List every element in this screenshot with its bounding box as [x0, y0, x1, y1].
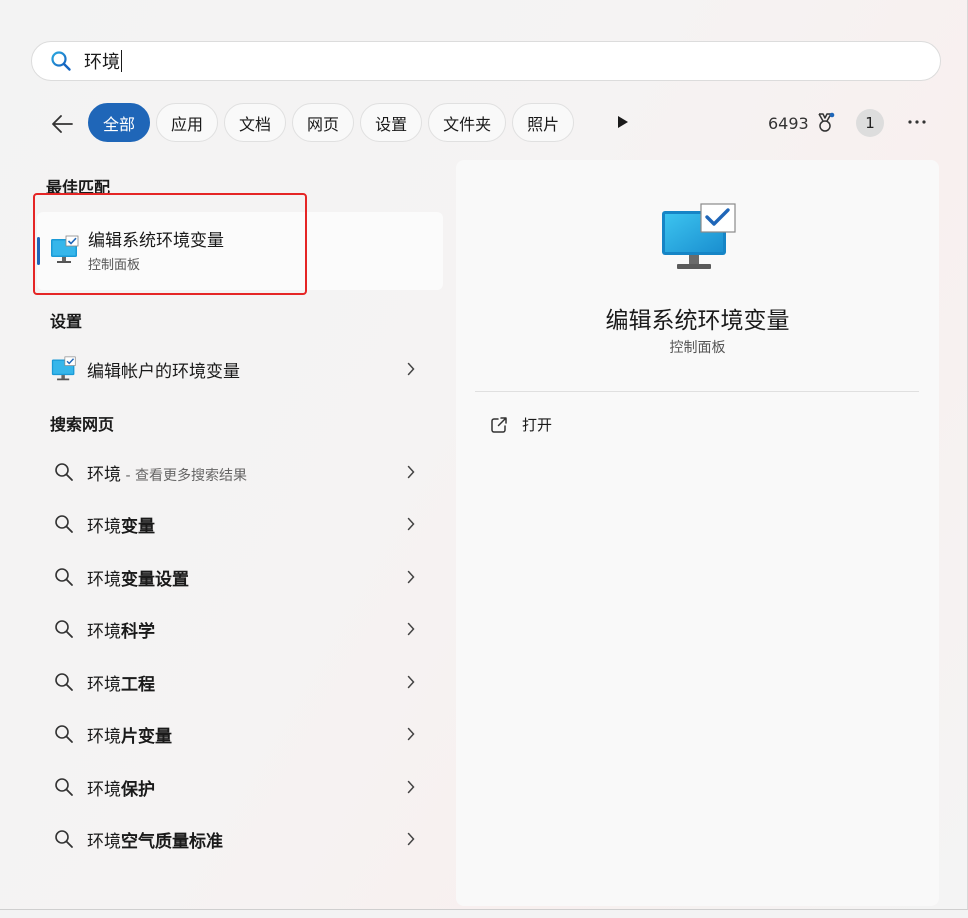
- chevron-right-icon: [399, 675, 423, 689]
- text-caret: [121, 50, 122, 72]
- web-result-term: 环境: [87, 516, 121, 537]
- more-options-button[interactable]: [905, 110, 929, 134]
- web-result-label: 环境 - 查看更多搜索结果: [87, 460, 399, 485]
- search-icon: [37, 777, 87, 797]
- filter-web[interactable]: 网页: [292, 103, 355, 142]
- filter-all[interactable]: 全部: [88, 103, 151, 142]
- filter-apps[interactable]: 应用: [156, 103, 219, 142]
- web-result-label: 环境科学: [87, 617, 399, 642]
- web-result-label: 环境片变量: [87, 722, 399, 747]
- web-result-suggestion: 空气质量标准: [121, 831, 223, 852]
- web-result-suggestion: 工程: [121, 674, 155, 695]
- search-icon: [37, 672, 87, 692]
- web-result-label: 环境变量: [87, 512, 399, 537]
- web-result-label: 环境空气质量标准: [87, 827, 399, 852]
- web-result-term: 环境: [87, 779, 121, 800]
- web-result-row[interactable]: 环境变量: [37, 501, 443, 547]
- web-result-row[interactable]: 环境工程: [37, 659, 443, 705]
- rewards-points[interactable]: 6493: [768, 112, 835, 134]
- detail-panel: 编辑系统环境变量 控制面板 打开: [456, 160, 939, 906]
- filter-settings[interactable]: 设置: [360, 103, 423, 142]
- system-properties-icon: [37, 356, 87, 382]
- search-icon: [37, 619, 87, 639]
- web-result-label: 环境变量设置: [87, 565, 399, 590]
- chevron-right-icon: [399, 465, 423, 479]
- chevron-right-icon: [399, 727, 423, 741]
- filter-photos[interactable]: 照片: [512, 103, 575, 142]
- arrow-left-icon: [52, 115, 73, 133]
- chevron-right-icon: [399, 362, 423, 376]
- more-filters-button[interactable]: [617, 112, 635, 132]
- search-window: 环境 全部 应用 文档 网页 设置 文件夹 照片 6493 1 最佳匹配 编辑系…: [0, 0, 968, 910]
- web-result-label: 环境工程: [87, 670, 399, 695]
- search-box[interactable]: 环境: [31, 41, 941, 81]
- chevron-right-icon: [399, 570, 423, 584]
- web-result-row[interactable]: 环境 - 查看更多搜索结果: [37, 449, 443, 495]
- search-input[interactable]: 环境: [84, 48, 120, 74]
- web-result-row[interactable]: 环境空气质量标准: [37, 816, 443, 862]
- web-result-suggestion: 保护: [121, 779, 155, 800]
- ellipsis-icon: [908, 120, 926, 124]
- settings-item-label: 编辑帐户的环境变量: [87, 361, 240, 382]
- web-result-suggestion: 变量设置: [121, 569, 189, 590]
- web-result-suggestion: 变量: [121, 516, 155, 537]
- open-action[interactable]: 打开: [490, 414, 552, 435]
- chevron-right-icon: [399, 622, 423, 636]
- annotation-highlight-box: [33, 193, 307, 295]
- search-icon: [37, 829, 87, 849]
- settings-item[interactable]: 编辑帐户的环境变量: [37, 346, 443, 392]
- detail-title: 编辑系统环境变量: [605, 308, 790, 334]
- account-badge[interactable]: 1: [856, 109, 884, 137]
- chevron-right-icon: [399, 517, 423, 531]
- rewards-points-value: 6493: [768, 113, 809, 133]
- back-button[interactable]: [48, 110, 76, 138]
- web-search-heading: 搜索网页: [50, 415, 115, 434]
- play-icon: [618, 116, 628, 128]
- web-result-term: 环境: [87, 726, 121, 747]
- web-result-term: 环境: [87, 464, 121, 485]
- search-icon: [37, 724, 87, 744]
- filter-documents[interactable]: 文档: [224, 103, 287, 142]
- settings-heading: 设置: [50, 312, 83, 331]
- web-result-term: 环境: [87, 674, 121, 695]
- web-result-suggestion: 片变量: [121, 726, 172, 747]
- web-result-hint: - 查看更多搜索结果: [121, 467, 247, 484]
- filter-folders[interactable]: 文件夹: [428, 103, 507, 142]
- detail-subtitle: 控制面板: [669, 340, 726, 356]
- search-icon: [50, 50, 72, 72]
- web-result-row[interactable]: 环境变量设置: [37, 554, 443, 600]
- open-action-label: 打开: [522, 416, 553, 434]
- web-result-row[interactable]: 环境片变量: [37, 711, 443, 757]
- search-icon: [37, 462, 87, 482]
- divider: [475, 391, 919, 392]
- web-result-term: 环境: [87, 831, 121, 852]
- web-result-suggestion: 科学: [121, 621, 155, 642]
- medal-icon: [818, 112, 835, 132]
- chevron-right-icon: [399, 780, 423, 794]
- web-result-term: 环境: [87, 569, 121, 590]
- search-icon: [37, 514, 87, 534]
- system-properties-icon: [661, 203, 737, 279]
- open-external-icon: [491, 416, 507, 433]
- search-icon: [37, 567, 87, 587]
- web-result-label: 环境保护: [87, 775, 399, 800]
- web-result-term: 环境: [87, 621, 121, 642]
- web-result-row[interactable]: 环境科学: [37, 606, 443, 652]
- filter-chips: 全部 应用 文档 网页 设置 文件夹 照片: [88, 103, 575, 142]
- chevron-right-icon: [399, 832, 423, 846]
- web-result-row[interactable]: 环境保护: [37, 764, 443, 810]
